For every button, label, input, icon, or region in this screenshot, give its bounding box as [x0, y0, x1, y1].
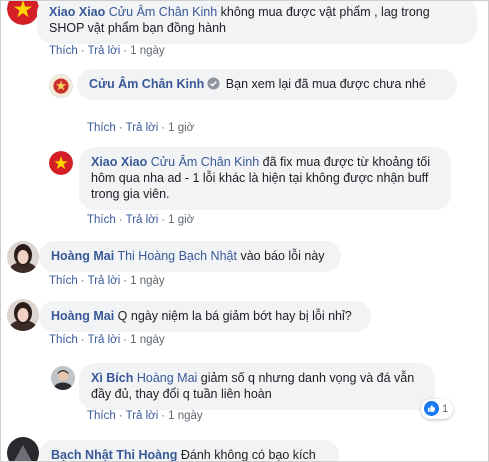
reply-button[interactable]: Trả lời	[88, 334, 121, 346]
avatar[interactable]	[49, 74, 73, 98]
comment-text: vào báo lỗi này	[236, 249, 325, 263]
comment-author[interactable]: Cửu Âm Chân Kinh	[89, 77, 204, 91]
page-logo-icon	[50, 75, 72, 97]
comment-mention[interactable]: Hoàng Mai	[137, 371, 197, 385]
like-button[interactable]: Thích	[49, 275, 78, 287]
like-button[interactable]: Thích	[87, 410, 116, 422]
comment-actions: Thích · Trả lời · 1 giờ	[87, 214, 195, 226]
comment-text: Bạn xem lại đã mua được chưa nhé	[225, 77, 426, 91]
avatar[interactable]	[7, 1, 39, 25]
comment-text: Đánh không có bạo kích	[177, 448, 316, 462]
comment-author[interactable]: Xiao Xiao	[49, 5, 105, 19]
user-photo-icon	[51, 366, 75, 390]
comment-author[interactable]: Hoàng Mai	[51, 309, 114, 323]
comment-bubble: Xiao Xiao Cửu Âm Chân Kinh đã fix mua đư…	[79, 147, 451, 210]
reply-button[interactable]: Trả lời	[88, 45, 121, 57]
comment-bubble: Cửu Âm Chân Kinh Bạn xem lại đã mua được…	[77, 69, 457, 100]
like-button[interactable]: Thích	[87, 122, 116, 134]
avatar[interactable]	[7, 299, 39, 331]
user-photo-icon	[7, 437, 39, 461]
like-reaction-icon	[424, 401, 439, 416]
vietnam-flag-icon	[7, 1, 39, 25]
reaction-count[interactable]: 1	[421, 399, 454, 419]
verified-badge-icon	[207, 77, 220, 90]
comment-bubble: Xiao Xiao Cửu Âm Chân Kinh không mua đượ…	[37, 1, 477, 44]
comment-time[interactable]: 1 ngày	[168, 410, 203, 422]
comment-thread: Xiao Xiao Cửu Âm Chân Kinh không mua đượ…	[0, 0, 489, 462]
comment-time[interactable]: 1 giờ	[168, 214, 194, 226]
comment-mention[interactable]: Cửu Âm Chân Kinh	[109, 5, 217, 19]
comment-author[interactable]: Bạch Nhật Thi Hoàng	[51, 448, 177, 461]
comment-time[interactable]: 1 ngày	[130, 334, 165, 346]
avatar[interactable]	[51, 366, 75, 390]
avatar[interactable]	[7, 437, 39, 461]
comment-time[interactable]: 1 ngày	[130, 45, 165, 57]
like-button[interactable]: Thích	[87, 214, 116, 226]
comment-actions: Thích · Trả lời · 1 ngày	[49, 45, 165, 57]
reply-button[interactable]: Trả lời	[126, 214, 159, 226]
comment-mention[interactable]: Thi Hoàng Bạch Nhật	[117, 249, 237, 263]
comment-author[interactable]: Xì Bích	[91, 371, 133, 385]
reply-button[interactable]: Trả lời	[88, 275, 121, 287]
comment-bubble: Xì Bích Hoàng Mai giảm số q nhưng danh v…	[79, 363, 435, 410]
comment-author[interactable]: Hoàng Mai	[51, 249, 114, 263]
comment-mention[interactable]: Cửu Âm Chân Kinh	[151, 155, 259, 169]
user-photo-icon	[7, 241, 39, 273]
comment-text: không mua được vật phẩm , lag trong SHOP…	[49, 5, 430, 35]
vietnam-flag-icon	[49, 151, 73, 175]
comment-actions: Thích · Trả lời · 1 giờ	[87, 122, 195, 134]
reply-button[interactable]: Trả lời	[126, 122, 159, 134]
comment-text: Q ngày niệm la bá giảm bớt hay bị lỗi nh…	[114, 309, 352, 323]
comment-bubble: Bạch Nhật Thi Hoàng Đánh không có bạo kí…	[39, 440, 339, 462]
avatar[interactable]	[49, 151, 73, 175]
comment-actions: Thích · Trả lời · 1 ngày	[49, 275, 165, 287]
comment-actions: Thích · Trả lời · 1 ngày	[87, 410, 203, 422]
avatar[interactable]	[7, 241, 39, 273]
reply-button[interactable]: Trả lời	[126, 410, 159, 422]
user-photo-icon	[7, 299, 39, 331]
comment-actions: Thích · Trả lời · 1 ngày	[49, 334, 165, 346]
comment-author[interactable]: Xiao Xiao	[91, 155, 147, 169]
comment-time[interactable]: 1 ngày	[130, 275, 165, 287]
comment-bubble: Hoàng Mai Q ngày niệm la bá giảm bớt hay…	[39, 301, 371, 332]
comment-time[interactable]: 1 giờ	[168, 122, 194, 134]
like-button[interactable]: Thích	[49, 45, 78, 57]
like-button[interactable]: Thích	[49, 334, 78, 346]
comment-bubble: Hoàng Mai Thi Hoàng Bạch Nhật vào báo lỗ…	[39, 241, 341, 272]
